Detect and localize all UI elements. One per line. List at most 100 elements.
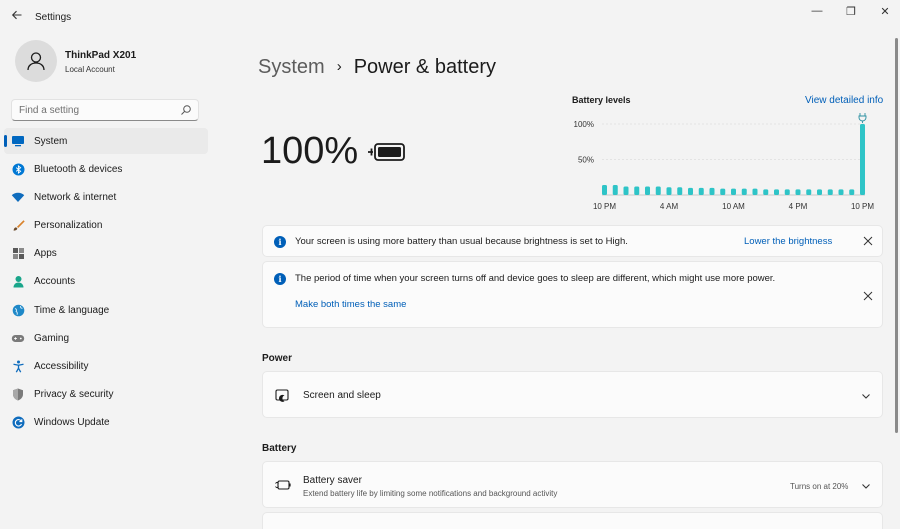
chart-bar (623, 186, 629, 195)
row-title: Screen and sleep (303, 390, 381, 401)
chart-title: Battery levels (572, 95, 631, 105)
back-button[interactable] (8, 8, 26, 26)
chart-bar (677, 187, 683, 195)
chart-bar (784, 189, 790, 195)
sidebar-item-windows-update[interactable]: Windows Update (4, 410, 208, 436)
chevron-down-icon[interactable] (860, 480, 872, 492)
chart-bar (634, 186, 640, 195)
x-tick-label: 10 PM (593, 202, 616, 211)
sidebar-nav: System Bluetooth & devices Network & int… (4, 128, 208, 438)
info-icon: i (274, 273, 286, 285)
sidebar-item-network[interactable]: Network & internet (4, 184, 208, 210)
breadcrumb-separator: › (336, 58, 342, 75)
search-icon[interactable] (180, 104, 192, 116)
chart-bar (752, 188, 758, 195)
chart-bar (720, 188, 726, 195)
sidebar-item-label: Time & language (34, 304, 110, 316)
y-tick-label: 100% (574, 120, 594, 129)
sidebar-item-personalization[interactable]: Personalization (4, 213, 208, 239)
battery-charging-icon (368, 143, 405, 161)
accounts-icon (11, 275, 25, 289)
battery-percentage: 100% (261, 130, 359, 172)
search-box[interactable] (11, 99, 199, 121)
apps-icon (11, 247, 25, 261)
battery-saver-row[interactable]: Battery saver Extend battery life by lim… (262, 461, 883, 508)
chart-bar (655, 186, 661, 195)
notice-text: Your screen is using more battery than u… (295, 236, 628, 247)
sidebar-item-accounts[interactable]: Accounts (4, 269, 208, 295)
chart-bar (774, 189, 779, 195)
chart-bar (849, 189, 855, 195)
chart-bar (795, 189, 801, 195)
sidebar-item-label: Privacy & security (34, 389, 114, 401)
profile-name: ThinkPad X201 (65, 50, 137, 61)
sidebar-item-label: Accounts (34, 276, 76, 288)
section-header-battery: Battery (262, 443, 297, 454)
minimize-button[interactable]: — (806, 5, 828, 19)
sidebar-item-gaming[interactable]: Gaming (4, 325, 208, 351)
make-times-same-link[interactable]: Make both times the same (295, 299, 406, 310)
battery-levels-chart: 100% 50% 10 PM 4 AM 10 AM 4 PM 10 PM (574, 113, 874, 211)
accessibility-icon (11, 360, 25, 374)
chart-bar (827, 189, 833, 195)
chart-bar (709, 187, 715, 195)
sidebar-item-label: Gaming (34, 332, 70, 344)
sidebar-item-label: Personalization (34, 220, 103, 232)
sidebar-item-label: Network & internet (34, 191, 117, 203)
x-tick-label: 10 PM (851, 202, 874, 211)
lower-brightness-link[interactable]: Lower the brightness (744, 236, 832, 247)
chart-bar (645, 186, 650, 195)
view-detailed-info-link[interactable]: View detailed info (805, 95, 883, 106)
sidebar-item-accessibility[interactable]: Accessibility (4, 354, 208, 380)
row-subtitle: Extend battery life by limiting some not… (303, 489, 558, 498)
chart-bar (817, 189, 822, 195)
chart-bar (838, 189, 844, 195)
main-scrollbar[interactable] (895, 38, 898, 433)
dismiss-notice-button[interactable] (861, 234, 875, 248)
sleep-timeout-notice: i The period of time when your screen tu… (262, 261, 883, 328)
sidebar-item-time-language[interactable]: Time & language (4, 297, 208, 323)
arrow-left-icon (11, 10, 22, 20)
x-tick-label: 4 AM (660, 202, 679, 211)
screen-and-sleep-row[interactable]: Screen and sleep (262, 371, 883, 418)
sidebar-item-label: Windows Update (34, 417, 110, 429)
close-icon (863, 291, 873, 301)
x-tick-label: 10 AM (722, 202, 745, 211)
wifi-icon (11, 190, 25, 204)
chevron-down-icon[interactable] (860, 390, 872, 402)
bluetooth-icon (11, 162, 25, 176)
close-window-button[interactable]: ✕ (874, 5, 896, 19)
title-bar: Settings — ❐ ✕ (0, 0, 900, 34)
breadcrumb-parent-link[interactable]: System (258, 56, 325, 78)
chart-bar (612, 185, 618, 195)
dismiss-notice-button[interactable] (861, 289, 875, 303)
sidebar-item-privacy[interactable]: Privacy & security (4, 382, 208, 408)
close-icon (863, 236, 873, 246)
sidebar-item-label: Accessibility (34, 361, 89, 372)
brightness-notice: i Your screen is using more battery than… (262, 225, 883, 257)
page-title: Power & battery (353, 56, 496, 78)
search-input[interactable] (12, 100, 172, 121)
y-tick-label: 50% (578, 156, 594, 165)
person-icon (27, 52, 45, 71)
breadcrumb: System › Power & battery (258, 56, 496, 79)
system-icon (11, 134, 25, 148)
chart-bar (698, 187, 704, 195)
brush-icon (11, 219, 25, 233)
sidebar-item-label: System (34, 135, 68, 147)
avatar (15, 40, 57, 82)
chart-bar (731, 188, 736, 195)
maximize-button[interactable]: ❐ (840, 5, 862, 19)
sidebar-item-apps[interactable]: Apps (4, 241, 208, 267)
battery-saver-threshold: Turns on at 20% (790, 482, 849, 491)
sidebar-item-system[interactable]: System (4, 128, 208, 154)
next-settings-row[interactable] (262, 512, 883, 529)
plug-icon (858, 113, 867, 123)
sidebar-item-bluetooth[interactable]: Bluetooth & devices (4, 156, 208, 182)
notice-text: The period of time when your screen turn… (295, 273, 776, 284)
shield-icon (11, 388, 25, 402)
chart-bar (763, 189, 769, 195)
battery-saver-icon (275, 480, 291, 490)
globe-icon (11, 303, 25, 317)
chart-bar (602, 185, 607, 195)
